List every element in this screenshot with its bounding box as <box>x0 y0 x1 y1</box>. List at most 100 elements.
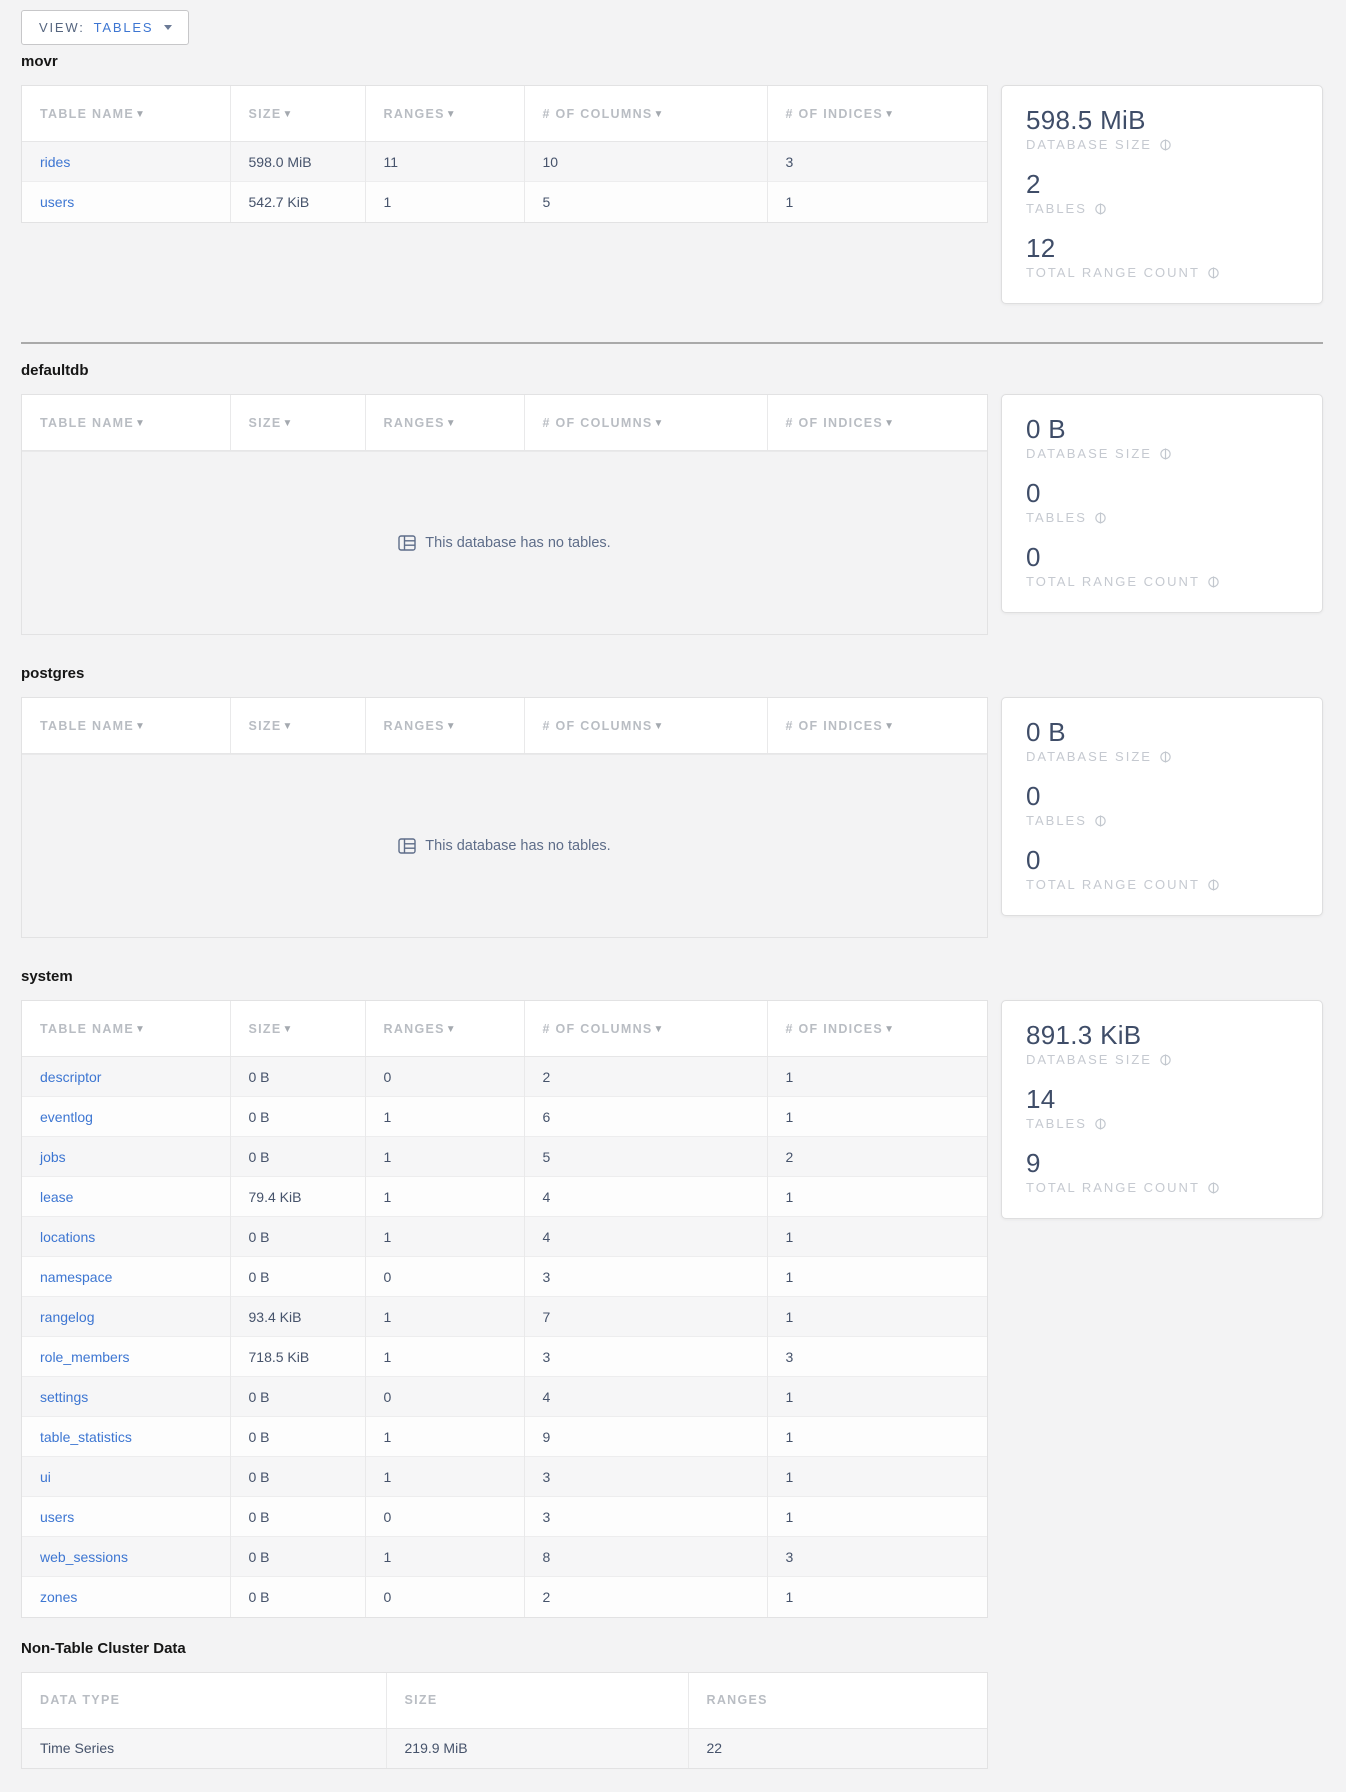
database-stats-panel-system: 891.3 KiBDATABASE SIZE14TABLES9TOTAL RAN… <box>1001 1000 1323 1219</box>
table-name-cell: settings <box>22 1377 230 1417</box>
info-icon[interactable] <box>1094 814 1107 827</box>
info-icon[interactable] <box>1159 447 1172 460</box>
column-header-size[interactable]: SIZE▼ <box>230 698 365 754</box>
table-name-link[interactable]: locations <box>40 1229 95 1245</box>
column-header-size[interactable]: SIZE▼ <box>230 1001 365 1057</box>
table-size-cell: 0 B <box>230 1097 365 1137</box>
column-header-table-name[interactable]: TABLE NAME▼ <box>22 698 230 754</box>
info-icon[interactable] <box>1094 202 1107 215</box>
table-name-cell: lease <box>22 1177 230 1217</box>
column-header-size[interactable]: SIZE▼ <box>230 395 365 451</box>
total-range-count-label-text: TOTAL RANGE COUNT <box>1026 574 1200 589</box>
tables-table-movr: TABLE NAME▼SIZE▼RANGES▼# OF COLUMNS▼# OF… <box>21 85 988 223</box>
tables-table-postgres: TABLE NAME▼SIZE▼RANGES▼# OF COLUMNS▼# OF… <box>21 697 988 938</box>
column-header-of-indices[interactable]: # OF INDICES▼ <box>767 698 987 754</box>
tables-count-label-text: TABLES <box>1026 1116 1087 1131</box>
table-ranges-cell: 0 <box>365 1257 524 1297</box>
column-header-of-columns[interactable]: # OF COLUMNS▼ <box>524 395 767 451</box>
info-icon[interactable] <box>1094 511 1107 524</box>
column-header-data-type: DATA TYPE <box>22 1673 386 1729</box>
info-icon[interactable] <box>1159 750 1172 763</box>
info-icon[interactable] <box>1094 1117 1107 1130</box>
table-name-link[interactable]: rangelog <box>40 1309 95 1325</box>
column-header-of-columns[interactable]: # OF COLUMNS▼ <box>524 1001 767 1057</box>
table-name-link[interactable]: descriptor <box>40 1069 101 1085</box>
table-name-link[interactable]: users <box>40 1509 74 1525</box>
column-header-label: TABLE NAME <box>40 107 134 121</box>
column-header-table-name[interactable]: TABLE NAME▼ <box>22 1001 230 1057</box>
table-columns-cell: 8 <box>524 1537 767 1577</box>
table-name-link[interactable]: zones <box>40 1589 77 1605</box>
table-name-link[interactable]: rides <box>40 154 70 170</box>
table-name-link[interactable]: web_sessions <box>40 1549 128 1565</box>
table-name-link[interactable]: namespace <box>40 1269 112 1285</box>
table-row: ui0 B131 <box>22 1457 987 1497</box>
column-header-table-name[interactable]: TABLE NAME▼ <box>22 395 230 451</box>
table-columns-cell: 5 <box>524 182 767 222</box>
table-ranges-cell: 1 <box>365 1217 524 1257</box>
info-icon[interactable] <box>1159 138 1172 151</box>
sort-descending-icon: ▼ <box>282 109 293 120</box>
table-ranges-cell: 1 <box>365 1417 524 1457</box>
database-size-label-text: DATABASE SIZE <box>1026 1052 1152 1067</box>
database-size-label: DATABASE SIZE <box>1026 1052 1300 1067</box>
database-size-stat: 0 BDATABASE SIZE <box>1026 717 1300 764</box>
table-name-link[interactable]: settings <box>40 1389 88 1405</box>
table-name-link[interactable]: ui <box>40 1469 51 1485</box>
table-name-cell: users <box>22 1497 230 1537</box>
column-header-ranges[interactable]: RANGES▼ <box>365 395 524 451</box>
column-header-of-columns[interactable]: # OF COLUMNS▼ <box>524 698 767 754</box>
sort-descending-icon: ▼ <box>282 721 293 732</box>
tables-count-label-text: TABLES <box>1026 201 1087 216</box>
column-header-of-indices[interactable]: # OF INDICES▼ <box>767 86 987 142</box>
info-icon[interactable] <box>1159 1053 1172 1066</box>
table-size-cell: 0 B <box>230 1137 365 1177</box>
column-header-of-indices[interactable]: # OF INDICES▼ <box>767 1001 987 1057</box>
chevron-down-icon <box>164 25 172 30</box>
info-icon[interactable] <box>1207 575 1220 588</box>
column-header-ranges[interactable]: RANGES▼ <box>365 1001 524 1057</box>
tables-table-defaultdb: TABLE NAME▼SIZE▼RANGES▼# OF COLUMNS▼# OF… <box>21 394 988 635</box>
table-row: jobs0 B152 <box>22 1137 987 1177</box>
info-icon[interactable] <box>1207 878 1220 891</box>
table-ranges-cell: 1 <box>365 1457 524 1497</box>
info-icon[interactable] <box>1207 1181 1220 1194</box>
table-ranges-cell: 0 <box>365 1377 524 1417</box>
table-name-link[interactable]: users <box>40 194 74 210</box>
database-size-value: 0 B <box>1026 414 1300 444</box>
table-name-link[interactable]: role_members <box>40 1349 129 1365</box>
database-name: defaultdb <box>21 362 1323 379</box>
view-dropdown[interactable]: VIEW: TABLES <box>21 10 189 45</box>
table-columns-cell: 4 <box>524 1217 767 1257</box>
table-row: web_sessions0 B183 <box>22 1537 987 1577</box>
column-header-of-columns[interactable]: # OF COLUMNS▼ <box>524 86 767 142</box>
non-table-data-row: Time Series219.9 MiB22 <box>22 1728 987 1768</box>
column-header-ranges[interactable]: RANGES▼ <box>365 86 524 142</box>
table-size-cell: 0 B <box>230 1497 365 1537</box>
sort-descending-icon: ▼ <box>884 109 895 120</box>
column-header-of-indices[interactable]: # OF INDICES▼ <box>767 395 987 451</box>
table-row: users542.7 KiB151 <box>22 182 987 222</box>
column-header-size[interactable]: SIZE▼ <box>230 86 365 142</box>
info-icon[interactable] <box>1207 266 1220 279</box>
table-name-link[interactable]: lease <box>40 1189 73 1205</box>
table-row: eventlog0 B161 <box>22 1097 987 1137</box>
size-cell: 219.9 MiB <box>386 1728 688 1768</box>
table-indices-cell: 1 <box>767 1297 987 1337</box>
database-size-stat: 891.3 KiBDATABASE SIZE <box>1026 1020 1300 1067</box>
ranges-cell: 22 <box>688 1728 987 1768</box>
table-indices-cell: 1 <box>767 1217 987 1257</box>
column-header-label: RANGES <box>384 1022 445 1036</box>
column-header-ranges[interactable]: RANGES▼ <box>365 698 524 754</box>
column-header-table-name[interactable]: TABLE NAME▼ <box>22 86 230 142</box>
table-ranges-cell: 1 <box>365 182 524 222</box>
table-name-link[interactable]: jobs <box>40 1149 66 1165</box>
table-name-link[interactable]: eventlog <box>40 1109 93 1125</box>
column-header-label: SIZE <box>249 1022 282 1036</box>
table-columns-cell: 4 <box>524 1177 767 1217</box>
table-indices-cell: 1 <box>767 1457 987 1497</box>
database-section-movr: movrTABLE NAME▼SIZE▼RANGES▼# OF COLUMNS▼… <box>21 53 1323 304</box>
table-name-link[interactable]: table_statistics <box>40 1429 132 1445</box>
table-name-cell: namespace <box>22 1257 230 1297</box>
database-stats-panel-movr: 598.5 MiBDATABASE SIZE2TABLES12TOTAL RAN… <box>1001 85 1323 304</box>
